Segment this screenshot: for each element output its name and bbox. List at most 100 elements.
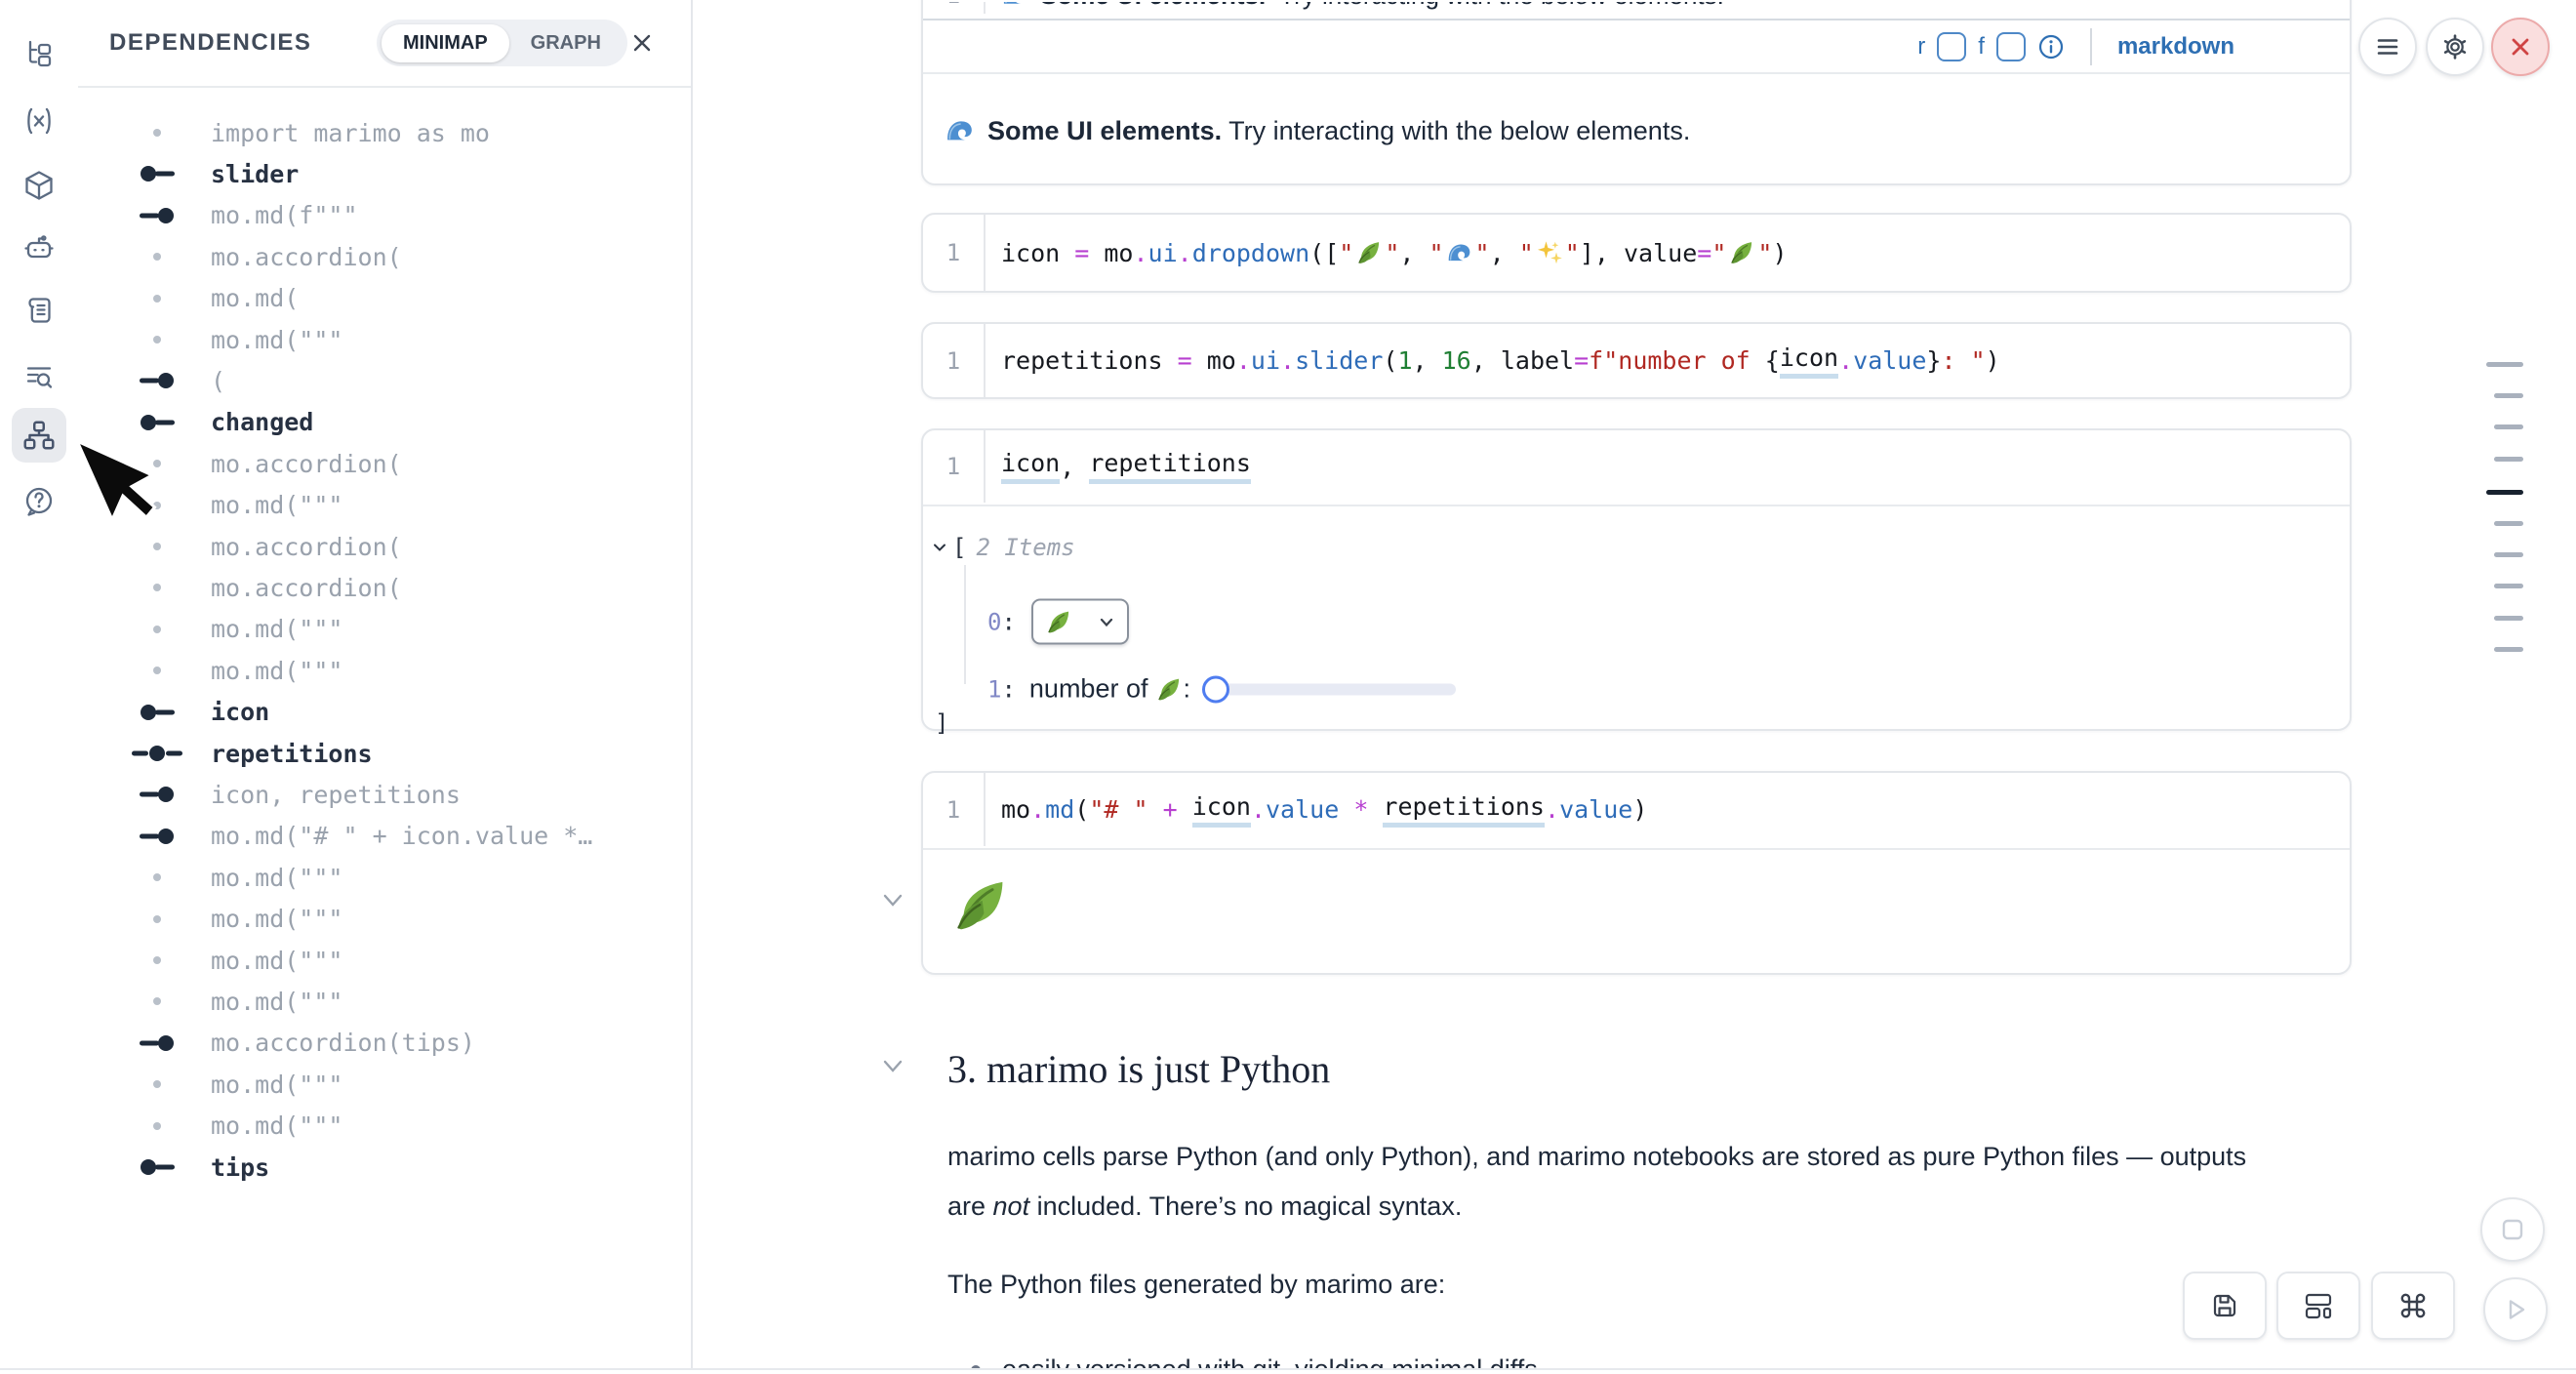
cell-indicator-line[interactable] (2486, 362, 2523, 367)
shortcuts-button[interactable] (2371, 1272, 2455, 1340)
ai-assistant-icon[interactable] (12, 221, 66, 275)
minimap-row[interactable]: mo.md(""" (78, 1065, 691, 1104)
minimap-row[interactable]: import marimo as mo (78, 113, 691, 152)
reactive-checkbox[interactable] (1937, 32, 1966, 61)
notebook-menu-button[interactable] (2358, 18, 2417, 76)
line-number: 1 (923, 453, 984, 480)
code-line[interactable]: repetitions = mo.ui.slider(1, 16, label=… (986, 344, 2000, 379)
dependency-arrow-icon (127, 1158, 187, 1176)
close-panel-icon[interactable] (626, 27, 658, 59)
minimap-row[interactable]: slider (78, 154, 691, 193)
file-tree-icon[interactable] (12, 27, 66, 82)
dependency-arrow-icon (127, 828, 187, 845)
settings-button[interactable] (2426, 18, 2484, 76)
minimap-row[interactable]: mo.md(f""" (78, 196, 691, 235)
tree-colon: : (1001, 608, 1015, 635)
stop-button[interactable] (2480, 1197, 2545, 1262)
minimap-row-label: mo.accordion( (211, 533, 402, 561)
dependencies-panel: DEPENDENCIES MINIMAP GRAPH import marimo… (78, 0, 693, 1374)
cell-indicator-line[interactable] (2494, 393, 2523, 398)
output-collapse-chevron-icon[interactable] (880, 890, 906, 911)
code-line[interactable]: mo.md("# " + icon.value * repetitions.va… (986, 792, 1647, 828)
slider-thumb[interactable] (1202, 675, 1229, 703)
cell-dot-icon (127, 124, 187, 141)
cell-indicator-line[interactable] (2494, 647, 2523, 652)
minimap-row-label: icon (211, 698, 269, 726)
minimap-row[interactable]: mo.accordion( (78, 568, 691, 607)
cell-indicator-line[interactable] (2494, 521, 2523, 526)
cell-indicator-line[interactable] (2494, 616, 2523, 621)
shutdown-button[interactable] (2491, 18, 2550, 76)
cell-dot-icon (127, 910, 187, 928)
section-collapse-chevron-icon[interactable] (880, 1056, 906, 1077)
minimap-row[interactable]: mo.md(""" (78, 941, 691, 980)
cell-indicator-line[interactable] (2494, 552, 2523, 557)
icon-dropdown-select[interactable] (1031, 599, 1129, 645)
tab-graph[interactable]: GRAPH (509, 24, 623, 62)
save-button[interactable] (2183, 1272, 2267, 1340)
minimap-row[interactable]: icon (78, 693, 691, 732)
cell-indicator-line[interactable] (2494, 457, 2523, 462)
tree-output: [ 2 Items 0: 1: number of (923, 506, 2350, 727)
minimap-row[interactable]: mo.md( (78, 279, 691, 318)
minimap-row[interactable]: mo.md(""" (78, 982, 691, 1021)
minimap-row-label: slider (211, 160, 299, 188)
snippets-icon[interactable] (12, 349, 66, 404)
shutdown-icon (2509, 35, 2532, 59)
left-sidebar (0, 0, 80, 1374)
code-cell-slider[interactable]: 1 repetitions = mo.ui.slider(1, 16, labe… (921, 322, 2352, 399)
minimap-row[interactable]: repetitions (78, 734, 691, 773)
minimap-row[interactable]: mo.md(""" (78, 651, 691, 690)
collapse-chevron-icon[interactable] (931, 539, 948, 556)
format-checkbox[interactable] (1996, 32, 2026, 61)
code-editor[interactable]: 1 icon, repetitions (923, 430, 2350, 503)
info-icon[interactable] (2037, 33, 2065, 61)
tree-index: 1 (987, 675, 1001, 703)
run-button[interactable] (2483, 1277, 2548, 1342)
minimap-row[interactable]: ( (78, 361, 691, 400)
code-line[interactable]: icon = mo.ui.dropdown([" ", " ", " "], v… (986, 239, 1788, 267)
minimap-row[interactable]: mo.accordion(tips) (78, 1024, 691, 1063)
minimap-row-label: tips (211, 1153, 269, 1182)
repetitions-slider[interactable] (1204, 683, 1456, 695)
logs-icon[interactable] (12, 283, 66, 338)
minimap-row[interactable]: mo.md("# " + icon.value *… (78, 817, 691, 856)
wave-emoji-icon (1001, 2, 1030, 10)
packages-icon[interactable] (12, 158, 66, 213)
markdown-output: Some UI elements. Try interacting with t… (923, 101, 2350, 160)
minimap-row[interactable]: mo.md(""" (78, 858, 691, 897)
cell-dot-icon (127, 248, 187, 265)
marimo-app: DEPENDENCIES MINIMAP GRAPH import marimo… (0, 0, 2576, 1374)
format-toggle-label: f (1978, 33, 1985, 61)
minimap-row[interactable]: mo.accordion( (78, 237, 691, 276)
minimap-row-label: mo.md(""" (211, 326, 342, 354)
minimap-row[interactable]: mo.md(""" (78, 900, 691, 939)
minimap-row[interactable]: icon, repetitions (78, 775, 691, 814)
cell-dot-icon (127, 579, 187, 596)
minimap-row[interactable]: tips (78, 1148, 691, 1187)
clipped-code-line[interactable]: 1 Some UI elements. Try interacting with… (923, 2, 2350, 15)
dependency-arrow-icon (127, 207, 187, 224)
cell-indicator-line[interactable] (2486, 490, 2523, 495)
tree-index: 0 (987, 608, 1001, 635)
dependency-graph-icon[interactable] (12, 408, 66, 463)
tree-colon: : (1001, 675, 1015, 703)
language-badge[interactable]: markdown (2117, 33, 2234, 61)
layout-button[interactable] (2276, 1272, 2360, 1340)
minimap-row[interactable]: mo.md(""" (78, 1107, 691, 1146)
cell-indicator-line[interactable] (2494, 424, 2523, 429)
minimap-row[interactable]: mo.md(""" (78, 610, 691, 649)
tab-minimap[interactable]: MINIMAP (382, 24, 509, 62)
minimap-row[interactable]: mo.md(""" (78, 320, 691, 359)
code-editor[interactable]: 1 mo.md("# " + icon.value * repetitions.… (923, 773, 2350, 846)
sparkles-emoji-icon (1534, 239, 1565, 266)
variables-icon[interactable] (12, 94, 66, 148)
code-cell-dropdown[interactable]: 1 icon = mo.ui.dropdown([" ", " ", " "],… (921, 213, 2352, 293)
code-line[interactable]: icon, repetitions (986, 449, 1251, 484)
dependency-arrow-icon (127, 704, 187, 721)
leaf-heading-output (950, 875, 1011, 936)
minimap-cell-list: import marimo as moslidermo.md(f"""mo.ac… (78, 86, 691, 1374)
help-icon[interactable] (12, 474, 66, 529)
cell-indicator-line[interactable] (2494, 584, 2523, 588)
output-rest-text: Try interacting with the below elements. (1222, 116, 1690, 145)
